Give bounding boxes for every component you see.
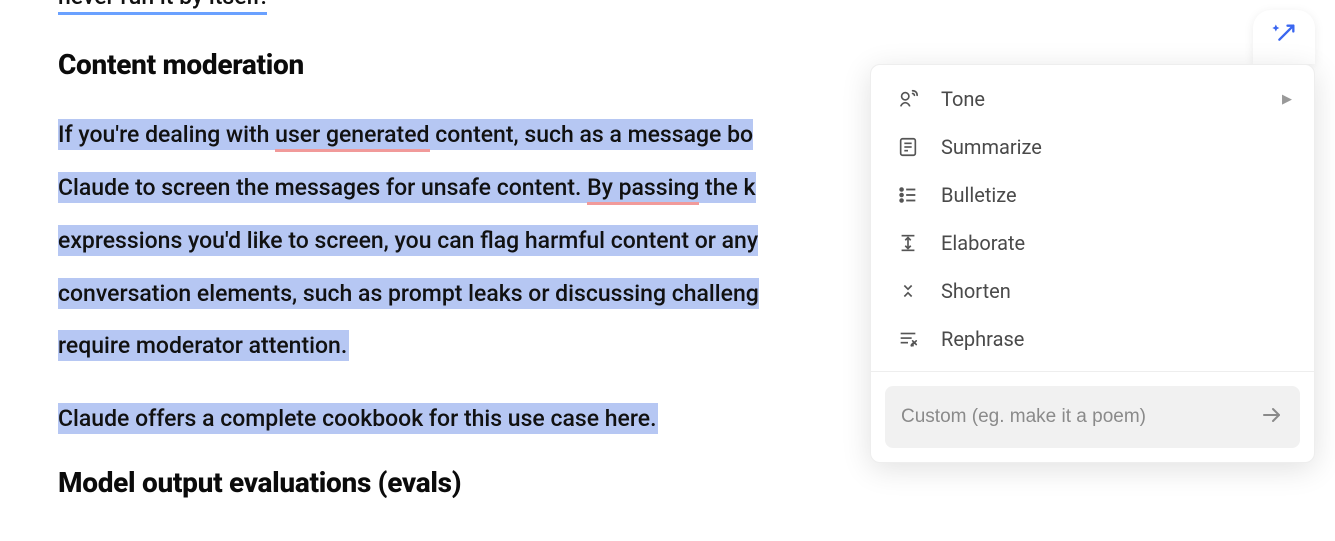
summarize-icon <box>897 136 919 158</box>
chevron-right-icon: ▶ <box>1282 92 1292 107</box>
shorten-icon <box>897 280 919 302</box>
submit-arrow-icon[interactable] <box>1260 403 1284 431</box>
menu-item-bulletize[interactable]: Bulletize <box>871 171 1314 219</box>
menu-divider <box>871 371 1314 372</box>
fragment-text: never run it by itself. <box>58 0 267 15</box>
custom-prompt-field[interactable] <box>885 386 1300 448</box>
menu-label: Bulletize <box>941 183 1017 207</box>
menu-label: Rephrase <box>941 327 1024 351</box>
rephrase-icon <box>897 328 919 350</box>
ai-tools-trigger[interactable] <box>1253 10 1315 64</box>
selected-text: Claude to screen the messages for unsafe… <box>58 172 756 203</box>
selected-text: require moderator attention. <box>58 330 349 361</box>
menu-label: Tone <box>941 87 985 111</box>
magic-wand-icon <box>1270 21 1298 53</box>
section-heading-evals: Model output evaluations (evals) <box>58 466 1335 499</box>
menu-label: Elaborate <box>941 231 1025 255</box>
menu-label: Summarize <box>941 135 1042 159</box>
menu-item-shorten[interactable]: Shorten <box>871 267 1314 315</box>
bulletize-icon <box>897 184 919 206</box>
custom-prompt-wrap <box>871 386 1314 448</box>
menu-label: Shorten <box>941 279 1011 303</box>
menu-item-tone[interactable]: Tone ▶ <box>871 75 1314 123</box>
selected-text: If you're dealing with user generated co… <box>58 119 753 150</box>
tone-icon <box>897 88 919 110</box>
menu-item-summarize[interactable]: Summarize <box>871 123 1314 171</box>
ai-tools-popover: Tone ▶ Summarize Bulletize <box>870 64 1315 463</box>
menu-item-rephrase[interactable]: Rephrase <box>871 315 1314 363</box>
custom-prompt-input[interactable] <box>901 406 1260 428</box>
selected-text: Claude offers a complete cookbook for th… <box>58 403 658 434</box>
selected-text: expressions you'd like to screen, you ca… <box>58 225 758 256</box>
selected-text: conversation elements, such as prompt le… <box>58 278 759 309</box>
prev-paragraph-fragment: never run it by itself. <box>58 0 1335 12</box>
menu-item-elaborate[interactable]: Elaborate <box>871 219 1314 267</box>
elaborate-icon <box>897 232 919 254</box>
